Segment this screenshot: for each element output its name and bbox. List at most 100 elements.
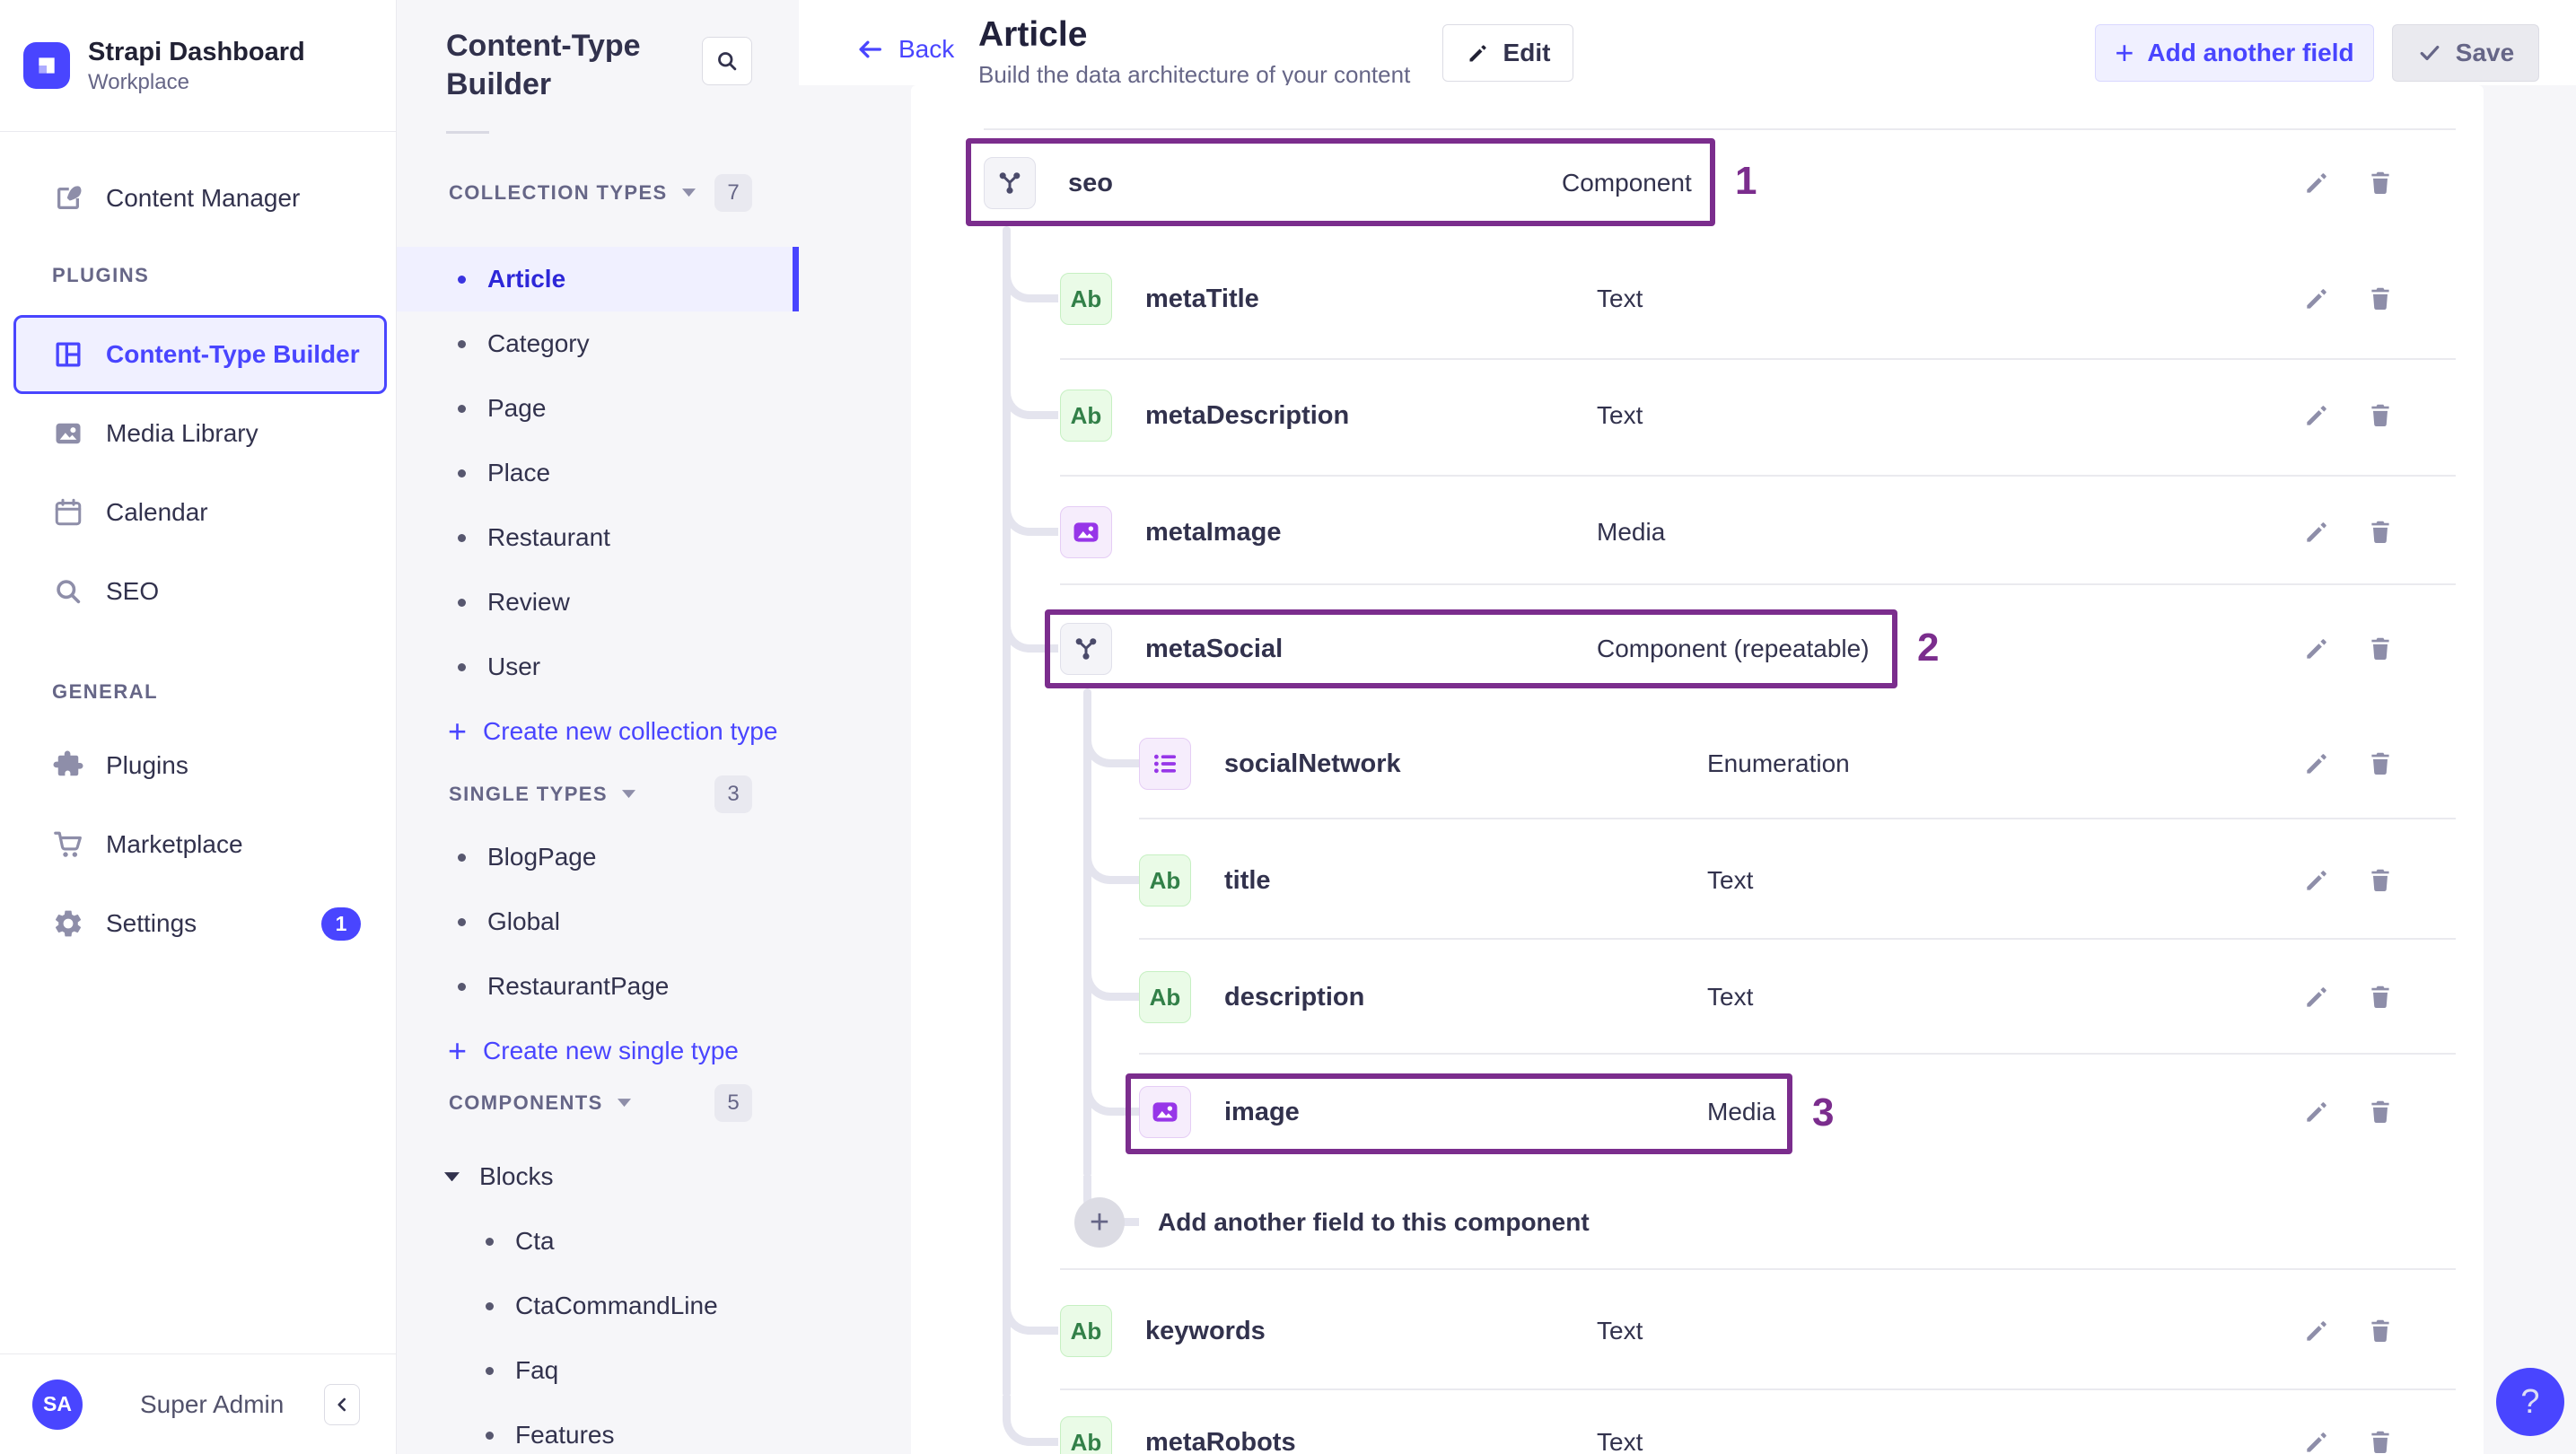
field-row-metaImage: metaImage Media bbox=[911, 480, 2484, 584]
trash-icon bbox=[2366, 169, 2395, 197]
row-divider bbox=[1139, 818, 2456, 819]
edit-field-button[interactable] bbox=[2297, 396, 2336, 435]
builder-item-blogpage[interactable]: BlogPage bbox=[397, 825, 799, 889]
delete-field-button[interactable] bbox=[2361, 744, 2400, 784]
pencil-icon bbox=[2302, 983, 2331, 1012]
builder-item-review[interactable]: Review bbox=[397, 570, 799, 635]
sidebar-item-label: Calendar bbox=[106, 498, 208, 526]
edit-field-button[interactable] bbox=[2297, 629, 2336, 669]
sidebar-item-marketplace[interactable]: Marketplace bbox=[13, 805, 387, 884]
trash-icon bbox=[2366, 866, 2395, 895]
edit-field-button[interactable] bbox=[2297, 1423, 2336, 1454]
edit-field-button[interactable] bbox=[2297, 744, 2336, 784]
add-field-label: Add another field bbox=[2147, 39, 2354, 66]
calendar-icon bbox=[52, 496, 84, 529]
sidebar-item-content-type-builder[interactable]: Content-Type Builder bbox=[13, 315, 387, 394]
sidebar-section-header: PLUGINS bbox=[52, 264, 150, 286]
builder-item-cta[interactable]: Cta bbox=[397, 1209, 799, 1274]
delete-field-button[interactable] bbox=[2361, 1311, 2400, 1351]
collapse-sidebar-button[interactable] bbox=[324, 1383, 360, 1425]
trash-icon bbox=[2366, 635, 2395, 663]
workspace-brand[interactable]: Strapi Dashboard Workplace bbox=[0, 0, 396, 104]
delete-field-button[interactable] bbox=[2361, 512, 2400, 552]
edit-field-button[interactable] bbox=[2297, 163, 2336, 203]
trash-icon bbox=[2366, 401, 2395, 430]
sidebar-item-label: Settings bbox=[106, 909, 197, 937]
save-button[interactable]: Save bbox=[2392, 24, 2539, 82]
builder-item-ctacommandline[interactable]: CtaCommandLine bbox=[397, 1274, 799, 1338]
edit-field-button[interactable] bbox=[2297, 1311, 2336, 1351]
search-button[interactable] bbox=[702, 37, 752, 85]
builder-item-faq[interactable]: Faq bbox=[397, 1338, 799, 1403]
media-icon bbox=[1060, 506, 1112, 558]
builder-item-global[interactable]: Global bbox=[397, 889, 799, 954]
delete-field-button[interactable] bbox=[2361, 1423, 2400, 1454]
text-icon-label: Ab bbox=[1070, 1428, 1102, 1454]
section-count-badge: 5 bbox=[714, 1084, 752, 1122]
edit-field-button[interactable] bbox=[2297, 1092, 2336, 1132]
row-divider bbox=[1139, 1053, 2456, 1055]
delete-field-button[interactable] bbox=[2361, 163, 2400, 203]
edit-field-button[interactable] bbox=[2297, 279, 2336, 319]
builder-section-header[interactable]: COMPONENTS 5 bbox=[397, 1083, 799, 1123]
builder-section-header[interactable]: SINGLE TYPES 3 bbox=[397, 775, 799, 814]
sidebar-item-label: SEO bbox=[106, 577, 160, 605]
pencil-icon bbox=[2302, 518, 2331, 547]
field-name: metaTitle bbox=[1145, 284, 1259, 313]
notification-badge: 1 bbox=[321, 907, 361, 941]
delete-field-button[interactable] bbox=[2361, 396, 2400, 435]
create-new-collection-type-link[interactable]: + Create new collection type bbox=[397, 699, 799, 764]
builder-item-restaurant[interactable]: Restaurant bbox=[397, 505, 799, 570]
bullet-icon bbox=[458, 404, 466, 413]
delete-field-button[interactable] bbox=[2361, 861, 2400, 900]
add-field-to-component-label: Add another field to this component bbox=[1158, 1208, 1590, 1236]
content-manager-icon bbox=[52, 182, 84, 215]
edit-button[interactable]: Edit bbox=[1442, 24, 1573, 82]
builder-item-label: Global bbox=[487, 907, 560, 935]
component-icon bbox=[1060, 623, 1112, 675]
sidebar-item-content-manager[interactable]: Content Manager bbox=[13, 159, 387, 238]
edit-field-button[interactable] bbox=[2297, 861, 2336, 900]
sidebar-item-media-library[interactable]: Media Library bbox=[13, 394, 387, 473]
delete-field-button[interactable] bbox=[2361, 629, 2400, 669]
field-row-description: Ab description Text bbox=[911, 945, 2484, 1049]
builder-item-article[interactable]: Article bbox=[397, 247, 799, 311]
annotation-number: 2 bbox=[1917, 626, 1940, 670]
gear-icon bbox=[52, 907, 84, 940]
sidebar-item-plugins[interactable]: Plugins bbox=[13, 726, 387, 805]
field-name: metaRobots bbox=[1145, 1427, 1296, 1454]
sidebar-item-calendar[interactable]: Calendar bbox=[13, 473, 387, 552]
delete-field-button[interactable] bbox=[2361, 279, 2400, 319]
builder-item-user[interactable]: User bbox=[397, 635, 799, 699]
builder-item-features[interactable]: Features bbox=[397, 1403, 799, 1454]
field-name: title bbox=[1224, 865, 1271, 895]
sidebar-nav: Content Manager PLUGINS Content-Type Build… bbox=[0, 132, 396, 963]
edit-field-button[interactable] bbox=[2297, 977, 2336, 1017]
builder-item-place[interactable]: Place bbox=[397, 441, 799, 505]
edit-field-button[interactable] bbox=[2297, 512, 2336, 552]
builder-item-page[interactable]: Page bbox=[397, 376, 799, 441]
delete-field-button[interactable] bbox=[2361, 977, 2400, 1017]
builder-section-header[interactable]: COLLECTION TYPES 7 bbox=[397, 173, 799, 213]
text-icon: Ab bbox=[1060, 273, 1112, 325]
add-field-plus-button[interactable]: + bbox=[1074, 1197, 1125, 1248]
field-type: Media bbox=[1707, 1098, 1776, 1126]
back-link[interactable]: Back bbox=[854, 34, 954, 65]
row-divider bbox=[984, 128, 2456, 130]
sidebar-item-seo[interactable]: SEO bbox=[13, 552, 387, 631]
puzzle-icon bbox=[52, 749, 84, 782]
plus-icon: + bbox=[448, 713, 468, 749]
builder-item-label: CtaCommandLine bbox=[515, 1292, 718, 1319]
add-another-field-button[interactable]: + Add another field bbox=[2095, 24, 2374, 82]
bullet-icon bbox=[458, 662, 466, 671]
builder-item-category[interactable]: Category bbox=[397, 311, 799, 376]
builder-item-restaurantpage[interactable]: RestaurantPage bbox=[397, 954, 799, 1019]
media-library-icon bbox=[52, 417, 84, 450]
text-icon-label: Ab bbox=[1070, 401, 1102, 429]
sidebar-item-settings[interactable]: Settings 1 bbox=[13, 884, 387, 963]
delete-field-button[interactable] bbox=[2361, 1092, 2400, 1132]
create-new-single-type-link[interactable]: + Create new single type bbox=[397, 1019, 799, 1083]
component-group-blocks[interactable]: Blocks bbox=[397, 1144, 799, 1209]
help-button[interactable]: ? bbox=[2496, 1368, 2564, 1436]
field-row-metaTitle: Ab metaTitle Text bbox=[911, 247, 2484, 351]
